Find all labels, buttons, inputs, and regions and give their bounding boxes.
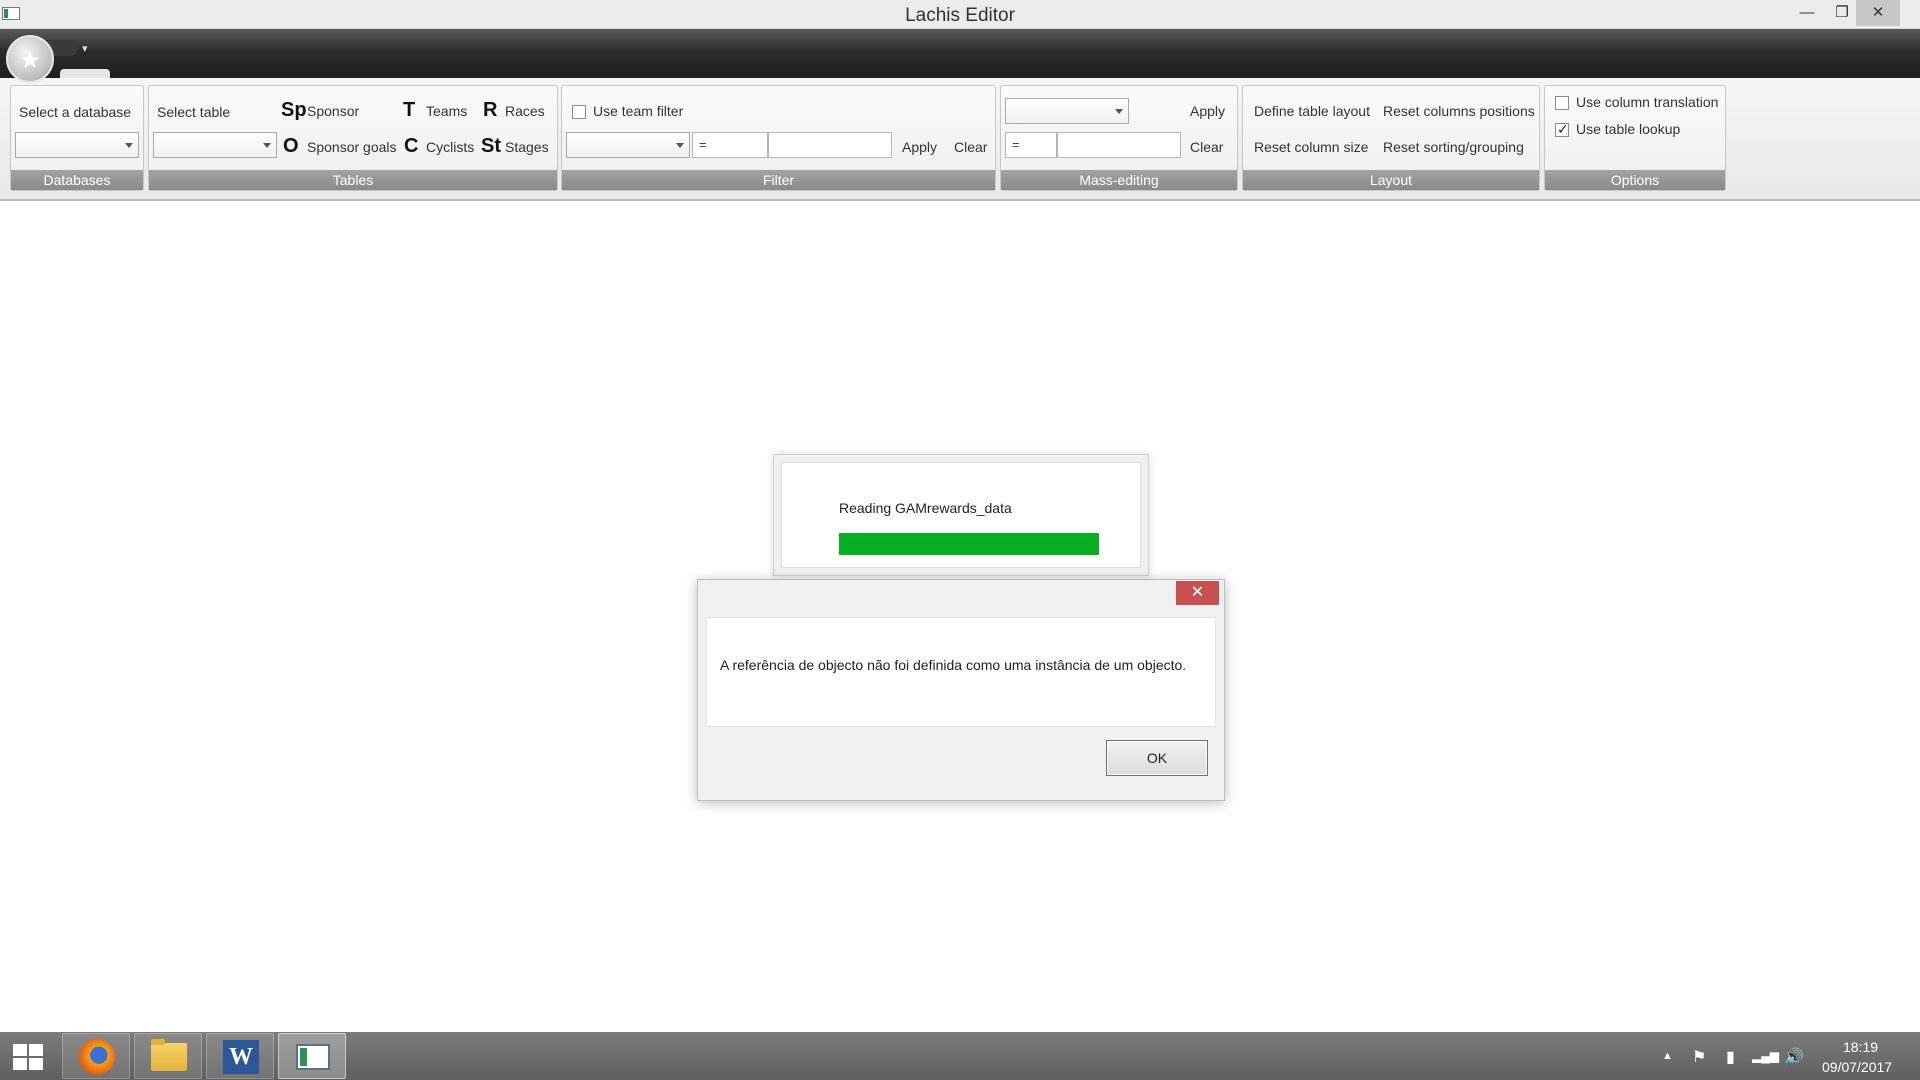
folder-icon [151, 1039, 187, 1071]
lachis-editor-icon [296, 1044, 330, 1070]
taskbar-lachis-editor[interactable] [278, 1033, 346, 1079]
quick-access-customize-icon[interactable]: ▾ [82, 42, 88, 55]
mass-edit-apply-button[interactable]: Apply [1190, 103, 1225, 119]
close-window-button[interactable]: ✕ [1856, 0, 1900, 26]
group-layout: Define table layout Reset columns positi… [1242, 85, 1540, 191]
battery-icon[interactable]: ▮ [1726, 1047, 1735, 1067]
table-combo[interactable] [153, 132, 277, 158]
chevron-down-icon [1115, 109, 1123, 114]
sponsor-label: Sponsor [307, 103, 360, 119]
cyclists-label: Cyclists [426, 139, 475, 155]
ribbon-tab-home[interactable] [60, 69, 110, 78]
clock-date[interactable]: 09/07/2017 [1822, 1059, 1892, 1075]
sponsor-goals-label: Sponsor goals [307, 139, 397, 155]
taskbar: W ▲ ⚑ ▮ ▂▄▆ 🔊 18:19 09/07/2017 [0, 1032, 1920, 1080]
action-center-flag-icon[interactable]: ⚑ [1692, 1047, 1706, 1067]
chevron-down-icon [125, 143, 133, 148]
group-options: Use column translation Use table lookup … [1544, 85, 1726, 191]
group-mass-editing: Apply = Clear Mass-editing [1000, 85, 1238, 191]
mass-edit-operator-field[interactable]: = [1005, 132, 1057, 158]
ribbon-header: ★ ▾ [0, 29, 1920, 83]
teams-label: Teams [426, 103, 468, 119]
group-label-options: Options [1545, 170, 1725, 190]
stages-icon: St [481, 135, 501, 157]
mass-edit-value-input[interactable] [1057, 132, 1181, 158]
message-box-close-button[interactable]: ✕ [1176, 581, 1219, 605]
use-team-filter-label: Use team filter [593, 103, 684, 119]
filter-value-input[interactable] [768, 132, 892, 158]
select-database-label: Select a database [19, 104, 132, 120]
taskbar-word[interactable]: W [206, 1033, 274, 1079]
use-column-translation-checkbox[interactable] [1555, 96, 1569, 110]
chevron-down-icon [676, 143, 684, 148]
group-label-filter: Filter [562, 170, 995, 190]
chevron-down-icon [263, 143, 271, 148]
reset-sorting-grouping-button[interactable]: Reset sorting/grouping [1383, 139, 1524, 155]
mass-edit-clear-button[interactable]: Clear [1190, 139, 1223, 155]
group-tables: Select table Sp Sponsor T Teams R Races … [148, 85, 558, 191]
group-label-tables: Tables [149, 170, 557, 190]
star-icon: ★ [19, 47, 41, 74]
ribbon: Select a database Databases Select table… [0, 78, 1920, 201]
group-filter: Use team filter = Apply Clear Filter [561, 85, 996, 191]
stages-label: Stages [505, 139, 549, 155]
define-table-layout-button[interactable]: Define table layout [1254, 103, 1370, 119]
database-combo[interactable] [15, 132, 139, 158]
progress-dialog: Reading GAMrewards_data [773, 454, 1149, 576]
races-label: Races [505, 103, 545, 119]
application-menu-button[interactable]: ★ [6, 35, 54, 83]
word-icon: W [223, 1040, 259, 1074]
group-label-layout: Layout [1243, 170, 1539, 190]
group-label-mass-editing: Mass-editing [1001, 170, 1237, 190]
show-hidden-icons-icon[interactable]: ▲ [1662, 1050, 1673, 1062]
volume-icon[interactable]: 🔊 [1784, 1047, 1804, 1067]
progress-text: Reading GAMrewards_data [839, 500, 1012, 516]
cyclists-icon: C [404, 135, 419, 157]
races-icon: R [483, 99, 498, 121]
use-column-translation-label: Use column translation [1576, 94, 1719, 110]
progress-dialog-body: Reading GAMrewards_data [781, 462, 1141, 568]
select-table-label: Select table [157, 104, 231, 120]
sponsor-goals-icon: O [283, 135, 299, 157]
clock-time[interactable]: 18:19 [1843, 1039, 1878, 1055]
message-text: A referência de objecto não foi definida… [720, 657, 1187, 673]
window-title: Lachis Editor [905, 5, 1015, 26]
filter-operator-field[interactable]: = [692, 132, 768, 158]
mass-edit-field-combo[interactable] [1005, 98, 1129, 124]
sponsor-icon: Sp [281, 99, 307, 121]
start-button[interactable] [0, 1033, 58, 1079]
error-message-box: ✕ A referência de objecto não foi defini… [697, 579, 1225, 801]
taskbar-file-explorer[interactable] [134, 1033, 202, 1079]
ok-button[interactable]: OK [1106, 740, 1208, 776]
use-table-lookup-checkbox[interactable] [1555, 121, 1569, 138]
progress-bar-fill [839, 533, 1099, 555]
taskbar-firefox[interactable] [62, 1033, 130, 1079]
reset-columns-positions-button[interactable]: Reset columns positions [1383, 103, 1535, 119]
filter-clear-button[interactable]: Clear [954, 139, 987, 155]
firefox-icon [79, 1039, 115, 1075]
group-databases: Select a database Databases [10, 85, 144, 191]
use-table-lookup-label: Use table lookup [1576, 121, 1681, 137]
filter-apply-button[interactable]: Apply [902, 139, 937, 155]
windows-logo-icon [13, 1044, 45, 1070]
reset-column-size-button[interactable]: Reset column size [1254, 139, 1368, 155]
network-signal-icon[interactable]: ▂▄▆ [1752, 1049, 1779, 1063]
use-team-filter-checkbox[interactable] [572, 105, 586, 119]
group-label-databases: Databases [11, 170, 143, 190]
filter-field-combo[interactable] [566, 132, 690, 158]
message-box-body: A referência de objecto não foi definida… [706, 617, 1216, 727]
teams-icon: T [403, 99, 416, 121]
progress-bar [839, 533, 1099, 555]
title-bar: Lachis Editor — ❐ ✕ [0, 0, 1920, 29]
